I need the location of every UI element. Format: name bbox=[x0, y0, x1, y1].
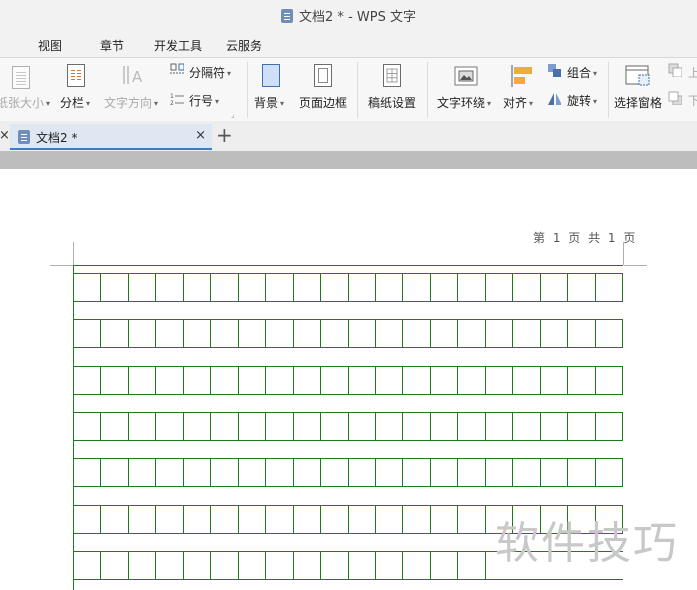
separator-button[interactable]: 分隔符 ▾ bbox=[168, 62, 240, 84]
columns-button[interactable]: 分栏 ▾ bbox=[57, 58, 97, 120]
group-icon bbox=[548, 64, 561, 77]
page-border-button[interactable]: 页面边框 bbox=[297, 58, 351, 120]
text-direction-label: 文字方向 ▾ bbox=[104, 96, 159, 110]
align-button[interactable]: 对齐 ▾ bbox=[502, 58, 542, 120]
document-tab[interactable]: 文档2 * × bbox=[10, 124, 212, 150]
selection-pane-label: 选择窗格 bbox=[614, 96, 663, 110]
manuscript-settings-button[interactable]: 稿纸设置 bbox=[365, 58, 420, 120]
menu-view[interactable]: 视图 bbox=[38, 37, 62, 54]
align-icon bbox=[511, 65, 532, 87]
tab-title: 文档2 * bbox=[36, 131, 78, 145]
text-wrap-icon bbox=[454, 66, 478, 86]
new-tab-icon[interactable]: + bbox=[216, 123, 233, 147]
send-backward-label: 下 bbox=[688, 94, 697, 108]
bring-forward-label: 上 bbox=[688, 66, 697, 80]
watermark: 软件技巧 bbox=[495, 518, 679, 569]
bring-forward-icon bbox=[668, 63, 682, 77]
close-tab-icon[interactable]: × bbox=[195, 128, 206, 143]
line-number-button[interactable]: 1 2 行号 ▾ bbox=[168, 90, 240, 112]
menu-cloud-service[interactable]: 云服务 bbox=[226, 37, 262, 54]
menu-developer-tools[interactable]: 开发工具 bbox=[154, 37, 202, 54]
ribbon: 纸张大小 ▾ 分栏 ▾ A 文字方向 ▾ 分隔符 ▾ 1 2 行号 ▾ 背景 ▾… bbox=[0, 58, 697, 122]
manuscript-grid-icon bbox=[383, 64, 401, 87]
svg-text:2: 2 bbox=[170, 100, 174, 105]
rotate-label: 旋转 ▾ bbox=[567, 94, 598, 108]
close-icon[interactable]: × bbox=[0, 128, 10, 143]
selection-pane-button[interactable]: 选择窗格 bbox=[612, 58, 664, 120]
text-wrap-button[interactable]: 文字环绕 ▾ bbox=[435, 58, 497, 120]
svg-text:1: 1 bbox=[170, 93, 174, 100]
rotate-icon bbox=[548, 93, 561, 105]
ribbon-divider bbox=[608, 62, 609, 118]
workspace-gap bbox=[0, 151, 697, 169]
group-label: 组合 ▾ bbox=[567, 66, 598, 80]
menu-bar: 视图 章节 开发工具 云服务 bbox=[0, 30, 697, 58]
align-label: 对齐 ▾ bbox=[503, 96, 534, 110]
separator-label: 分隔符 ▾ bbox=[189, 66, 232, 80]
title-bar: 文档2 * - WPS 文字 bbox=[0, 0, 697, 30]
page-border-icon bbox=[314, 64, 332, 87]
line-number-icon: 1 2 bbox=[170, 93, 184, 105]
paper-size-label: 纸张大小 ▾ bbox=[0, 96, 51, 110]
ribbon-divider bbox=[427, 62, 428, 118]
background-button[interactable]: 背景 ▾ bbox=[252, 58, 292, 120]
dialog-launcher-icon[interactable]: ⌟ bbox=[231, 110, 235, 119]
window-title: 文档2 * - WPS 文字 bbox=[299, 10, 416, 25]
text-direction-button[interactable]: A 文字方向 ▾ bbox=[102, 58, 164, 120]
page-border-label: 页面边框 bbox=[299, 96, 348, 110]
separator-icon bbox=[170, 63, 184, 74]
paper-size-button[interactable]: 纸张大小 ▾ bbox=[0, 58, 52, 120]
selection-pane-icon bbox=[625, 65, 650, 86]
document-icon bbox=[18, 130, 30, 144]
background-label: 背景 ▾ bbox=[254, 96, 285, 110]
document-icon bbox=[281, 9, 294, 23]
columns-icon bbox=[67, 64, 85, 87]
text-wrap-label: 文字环绕 ▾ bbox=[437, 96, 492, 110]
group-button[interactable]: 组合 ▾ bbox=[546, 62, 606, 84]
paper-size-icon bbox=[12, 66, 30, 89]
window-title-wrap: 文档2 * - WPS 文字 bbox=[0, 6, 697, 25]
rotate-button[interactable]: 旋转 ▾ bbox=[546, 90, 606, 112]
manuscript-settings-label: 稿纸设置 bbox=[368, 96, 417, 110]
background-icon bbox=[262, 64, 280, 87]
columns-label: 分栏 ▾ bbox=[60, 96, 91, 110]
svg-text:A: A bbox=[132, 68, 143, 86]
line-number-label: 行号 ▾ bbox=[189, 94, 220, 108]
bring-forward-button[interactable]: 上 bbox=[668, 62, 697, 84]
document-page[interactable]: 第 1 页 共 1 页 软件技巧 bbox=[0, 169, 697, 590]
ribbon-divider bbox=[357, 62, 358, 118]
send-backward-button[interactable]: 下 bbox=[668, 90, 697, 112]
document-tab-bar: × 文档2 * × + bbox=[0, 121, 697, 152]
menu-chapter[interactable]: 章节 bbox=[100, 37, 124, 54]
ribbon-divider bbox=[247, 62, 248, 118]
text-direction-icon: A bbox=[123, 66, 143, 86]
send-backward-icon bbox=[668, 91, 682, 105]
